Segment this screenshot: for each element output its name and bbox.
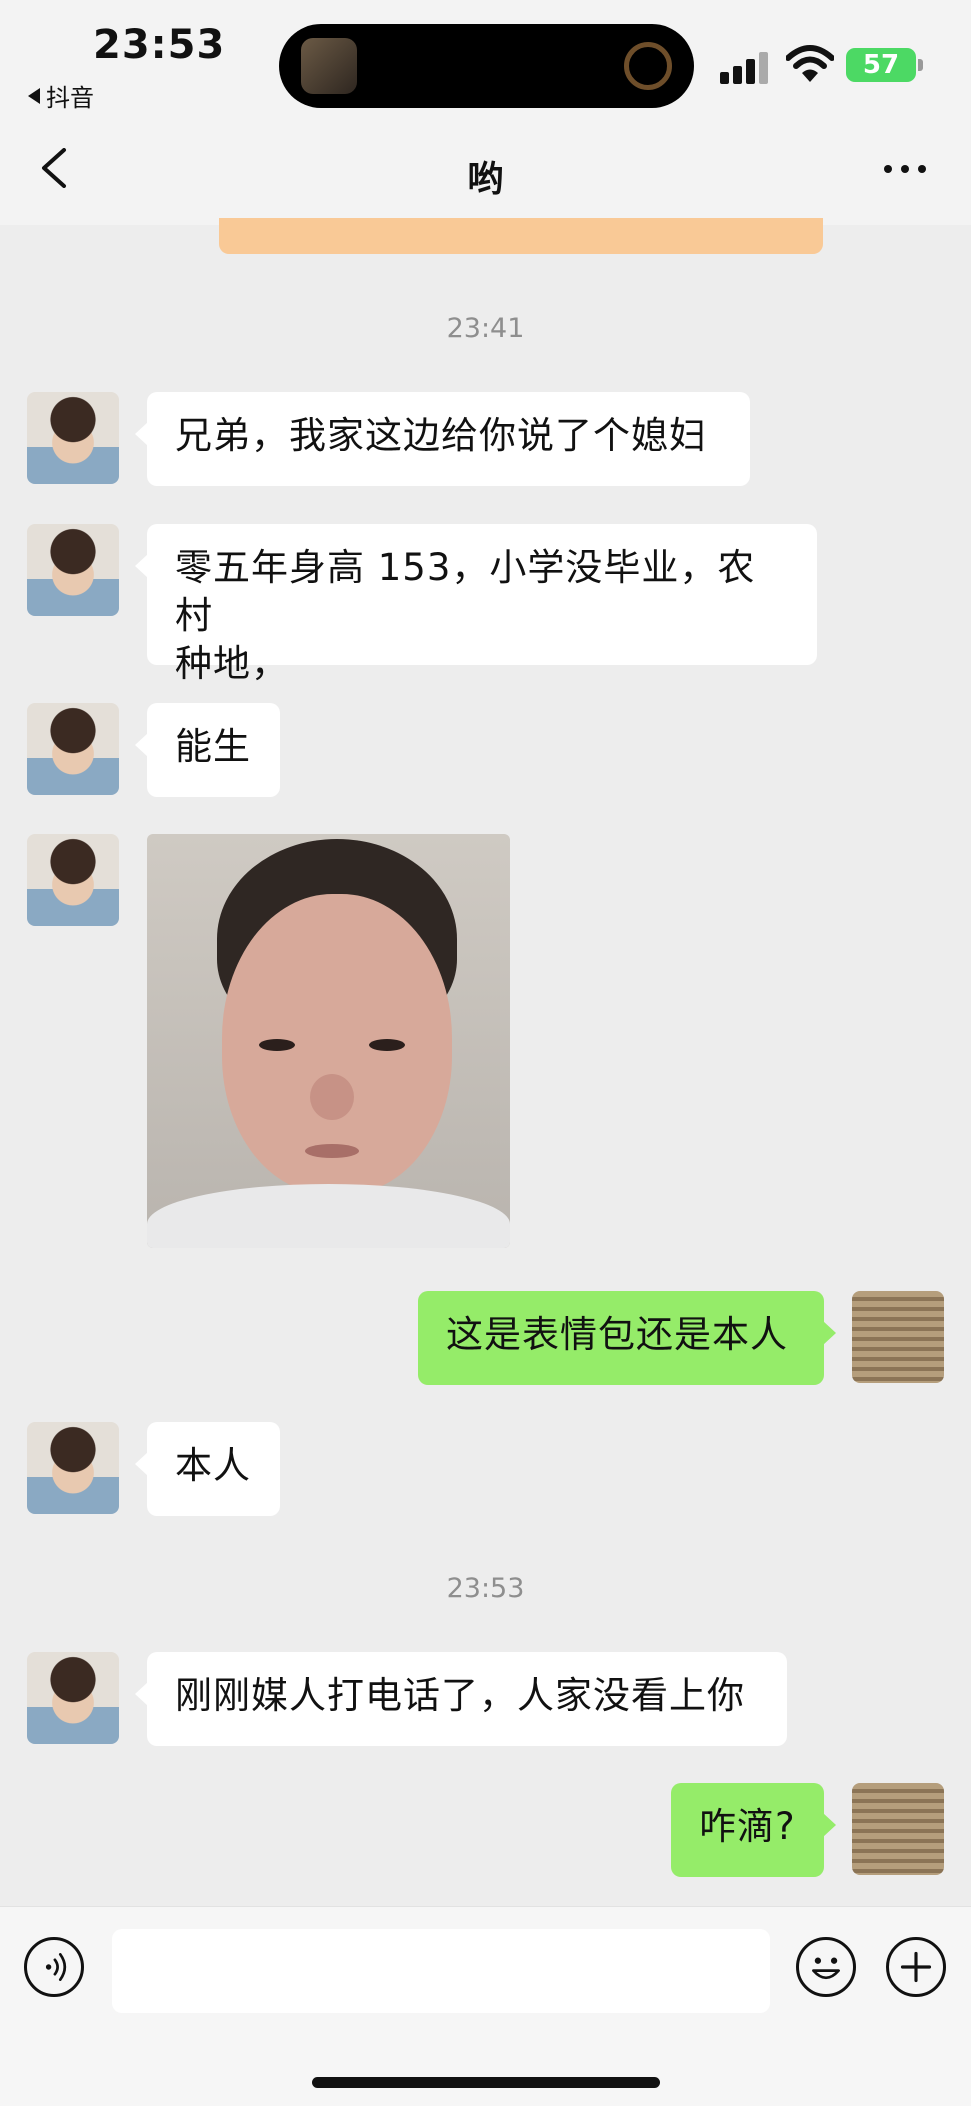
plus-icon[interactable] — [886, 1937, 946, 1997]
back-app-label: 抖音 — [46, 84, 94, 112]
voice-icon[interactable] — [24, 1937, 84, 1997]
outgoing-message[interactable]: 咋滴? — [671, 1783, 836, 1877]
battery-level: 57 — [862, 50, 900, 80]
message-text-line: 零五年身高 153，小学没毕业，农村 — [175, 546, 756, 637]
chat-screen: 23:53 抖音 57 哟 23:41 兄弟，我家这边给你说了个媳妇 零五年身高… — [0, 0, 971, 2106]
status-time: 23:53 — [93, 22, 226, 68]
cellular-signal-icon — [720, 52, 772, 84]
my-avatar[interactable] — [852, 1291, 944, 1383]
message-text: 刚刚媒人打电话了，人家没看上你 — [175, 1674, 745, 1717]
back-triangle-icon — [28, 87, 40, 104]
message-text: 兄弟，我家这边给你说了个媳妇 — [175, 414, 707, 457]
pinned-card-edge[interactable] — [219, 218, 823, 254]
message-text: 能生 — [175, 725, 251, 768]
incoming-message[interactable]: 零五年身高 153，小学没毕业，农村 种地， — [135, 524, 817, 685]
image-message[interactable] — [147, 834, 510, 1248]
chat-input-bar — [0, 1906, 971, 2106]
friend-avatar[interactable] — [27, 524, 119, 616]
home-indicator[interactable] — [312, 2077, 660, 2088]
battery-cap — [918, 59, 923, 71]
emoji-icon[interactable] — [796, 1937, 856, 1997]
status-bar: 23:53 抖音 57 — [0, 0, 971, 113]
message-text: 本人 — [175, 1444, 251, 1487]
message-timestamp: 23:41 — [446, 313, 525, 344]
friend-avatar[interactable] — [27, 1652, 119, 1744]
chat-header: 哟 — [0, 110, 971, 225]
message-timestamp: 23:53 — [446, 1573, 525, 1604]
dynamic-island[interactable] — [279, 24, 694, 108]
my-avatar[interactable] — [852, 1783, 944, 1875]
activity-ring-icon — [624, 42, 672, 90]
outgoing-message[interactable]: 这是表情包还是本人 — [418, 1291, 836, 1385]
friend-avatar[interactable] — [27, 392, 119, 484]
wifi-icon — [786, 45, 834, 82]
message-text: 咋滴? — [699, 1805, 796, 1848]
more-options-icon[interactable] — [884, 165, 926, 173]
friend-avatar[interactable] — [27, 703, 119, 795]
friend-avatar[interactable] — [27, 1422, 119, 1514]
chat-title: 哟 — [467, 159, 504, 200]
message-text-line: 种地， — [175, 642, 289, 685]
back-to-app-link[interactable]: 抖音 — [28, 78, 94, 113]
now-playing-thumbnail — [301, 38, 357, 94]
message-input[interactable] — [112, 1929, 770, 2013]
incoming-message[interactable]: 本人 — [135, 1422, 280, 1516]
message-text: 这是表情包还是本人 — [446, 1313, 788, 1356]
incoming-message[interactable]: 能生 — [135, 703, 280, 797]
incoming-message[interactable]: 刚刚媒人打电话了，人家没看上你 — [135, 1652, 787, 1746]
friend-avatar[interactable] — [27, 834, 119, 926]
battery-indicator: 57 — [846, 48, 916, 82]
incoming-message[interactable]: 兄弟，我家这边给你说了个媳妇 — [135, 392, 750, 486]
